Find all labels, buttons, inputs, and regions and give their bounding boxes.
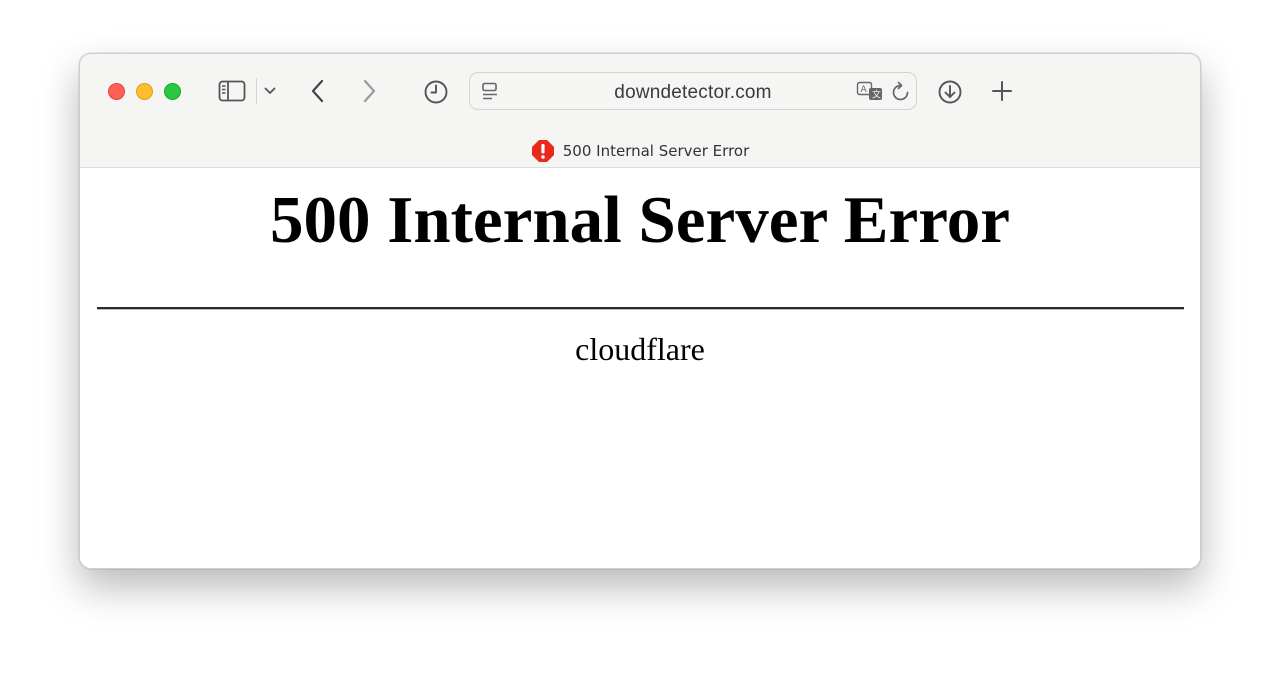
divider-rule xyxy=(97,307,1184,310)
back-icon[interactable] xyxy=(308,78,328,104)
chevron-down-icon[interactable] xyxy=(262,84,278,98)
zoom-button[interactable] xyxy=(164,83,181,100)
downloads-icon[interactable] xyxy=(936,78,963,105)
page-content: 500 Internal Server Error cloudflare xyxy=(80,168,1200,568)
server-name: cloudflare xyxy=(575,331,705,367)
tab-active[interactable]: 500 Internal Server Error xyxy=(531,139,750,163)
tab-bar: 500 Internal Server Error xyxy=(80,134,1200,168)
history-icon[interactable] xyxy=(422,78,449,105)
toolbar: downdetector.com A 文 500 Internal Server… xyxy=(80,54,1200,168)
forward-icon[interactable] xyxy=(359,78,379,104)
error-icon xyxy=(531,139,555,163)
divider xyxy=(256,78,257,104)
address-text[interactable]: downdetector.com xyxy=(470,82,916,104)
page-title: 500 Internal Server Error xyxy=(270,183,1010,257)
sidebar-icon[interactable] xyxy=(217,79,247,103)
browser-window: downdetector.com A 文 500 Internal Server… xyxy=(79,53,1201,569)
new-tab-icon[interactable] xyxy=(990,79,1014,103)
close-button[interactable] xyxy=(108,83,125,100)
reload-icon[interactable] xyxy=(890,81,912,103)
tab-title: 500 Internal Server Error xyxy=(562,142,750,160)
address-bar[interactable]: downdetector.com A 文 xyxy=(469,72,917,110)
translate-icon[interactable]: A 文 xyxy=(855,81,885,103)
minimize-button[interactable] xyxy=(136,83,153,100)
svg-text:A: A xyxy=(861,85,868,95)
svg-text:文: 文 xyxy=(872,89,881,101)
